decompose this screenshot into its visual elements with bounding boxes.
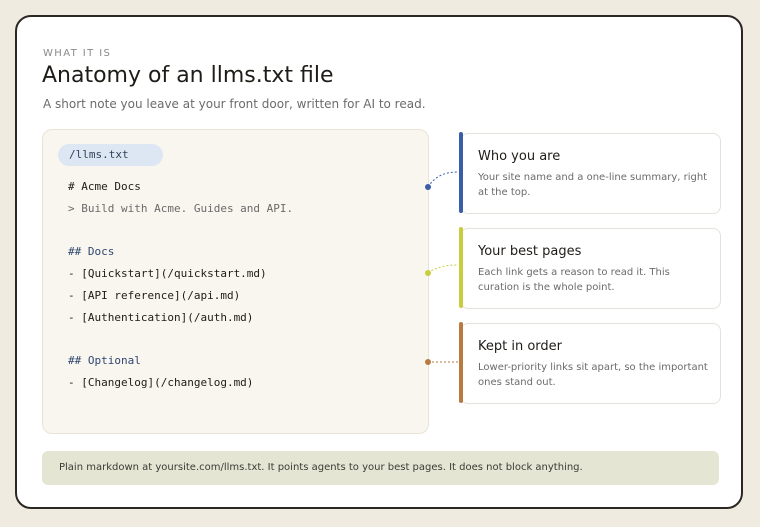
file-path-chip: /llms.txt xyxy=(58,144,163,166)
footer-note: Plain markdown at yoursite.com/llms.txt.… xyxy=(42,451,719,485)
diagram-card: WHAT IT IS Anatomy of an llms.txt file A… xyxy=(15,15,743,509)
code-line-title: # Acme Docs xyxy=(68,180,141,193)
annotation-body: Each link gets a reason to read it. This… xyxy=(478,267,670,293)
annotation-kept-in-order: Kept in order Lower-priority links sit a… xyxy=(459,322,721,404)
code-line-summary: > Build with Acme. Guides and API. xyxy=(68,202,294,215)
code-line-link-auth: - [Authentication](/auth.md) xyxy=(68,311,254,324)
code-line-link-changelog: - [Changelog](/changelog.md) xyxy=(68,376,254,389)
eyebrow-label: WHAT IT IS xyxy=(43,48,112,59)
code-line-optional-heading: ## Optional xyxy=(68,354,141,367)
annotation-body: Your site name and a one-line summary, r… xyxy=(478,172,708,198)
code-line-docs-heading: ## Docs xyxy=(68,245,115,258)
code-line-link-quickstart: - [Quickstart](/quickstart.md) xyxy=(68,267,267,280)
annotation-accent-bar xyxy=(459,132,463,213)
page-title: Anatomy of an llms.txt file xyxy=(42,63,334,88)
annotation-title: Kept in order xyxy=(478,339,563,354)
annotation-title: Your best pages xyxy=(478,244,582,259)
annotation-body: Lower-priority links sit apart, so the i… xyxy=(478,362,708,388)
annotation-accent-bar xyxy=(459,322,463,403)
code-line-link-api: - [API reference](/api.md) xyxy=(68,289,241,302)
annotation-title: Who you are xyxy=(478,149,561,164)
page-subtitle: A short note you leave at your front doo… xyxy=(43,97,426,111)
llms-file-panel: /llms.txt # Acme Docs > Build with Acme.… xyxy=(42,129,429,434)
annotation-best-pages: Your best pages Each link gets a reason … xyxy=(459,227,721,309)
annotation-who-you-are: Who you are Your site name and a one-lin… xyxy=(459,132,721,214)
annotation-accent-bar xyxy=(459,227,463,308)
